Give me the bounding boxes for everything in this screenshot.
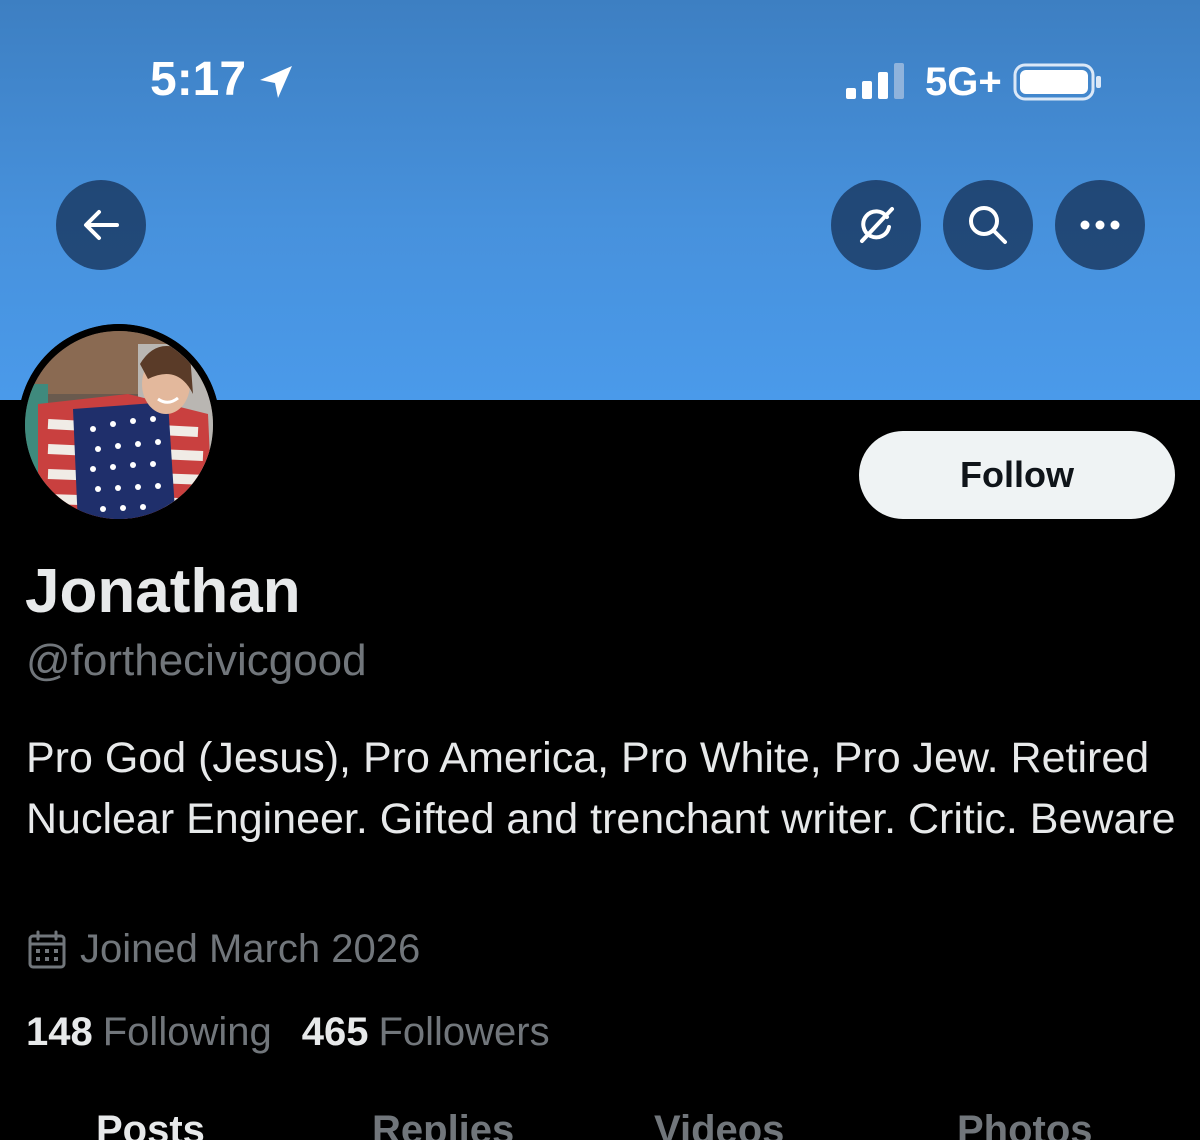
follow-stats: 148 Following 465 Followers: [26, 1010, 550, 1055]
joined-date: Joined March 2026: [80, 927, 421, 971]
following-link[interactable]: 148 Following: [26, 1010, 272, 1055]
tab-videos[interactable]: Videos: [654, 1108, 784, 1140]
joined-date-row: Joined March 2026: [26, 927, 420, 972]
grok-icon: [860, 207, 894, 243]
display-name: Jonathan: [25, 557, 301, 626]
status-time: 5:17: [150, 53, 247, 106]
arrow-left-icon: [84, 210, 119, 240]
tab-photos[interactable]: Photos: [957, 1108, 1093, 1140]
profile-avatar[interactable]: [18, 324, 220, 526]
cellular-signal-icon: [846, 63, 904, 99]
grok-button[interactable]: [831, 180, 921, 270]
search-icon: [969, 206, 1007, 244]
followers-label: Followers: [378, 1010, 550, 1054]
followers-count: 465: [301, 1010, 369, 1054]
followers-link[interactable]: 465 Followers: [302, 1010, 550, 1055]
back-button[interactable]: [56, 180, 146, 270]
battery-icon: [1013, 63, 1101, 101]
tab-replies[interactable]: Replies: [372, 1108, 514, 1140]
profile-screen: 5:17 5G+ Follow Jonathan @forthecivicgoo…: [0, 0, 1200, 1140]
following-count: 148: [26, 1010, 93, 1054]
more-options-button[interactable]: [1055, 180, 1145, 270]
follow-button[interactable]: Follow: [859, 431, 1175, 519]
profile-bio: Pro God (Jesus), Pro America, Pro White,…: [26, 734, 1176, 843]
calendar-icon: [28, 930, 66, 968]
tab-posts[interactable]: Posts: [96, 1108, 205, 1140]
search-button[interactable]: [943, 180, 1033, 270]
location-arrow-icon: [260, 66, 292, 98]
user-handle: @forthecivicgood: [26, 636, 367, 685]
network-type: 5G+: [925, 60, 1002, 104]
following-label: Following: [102, 1010, 272, 1054]
more-horizontal-icon: [1080, 220, 1120, 230]
